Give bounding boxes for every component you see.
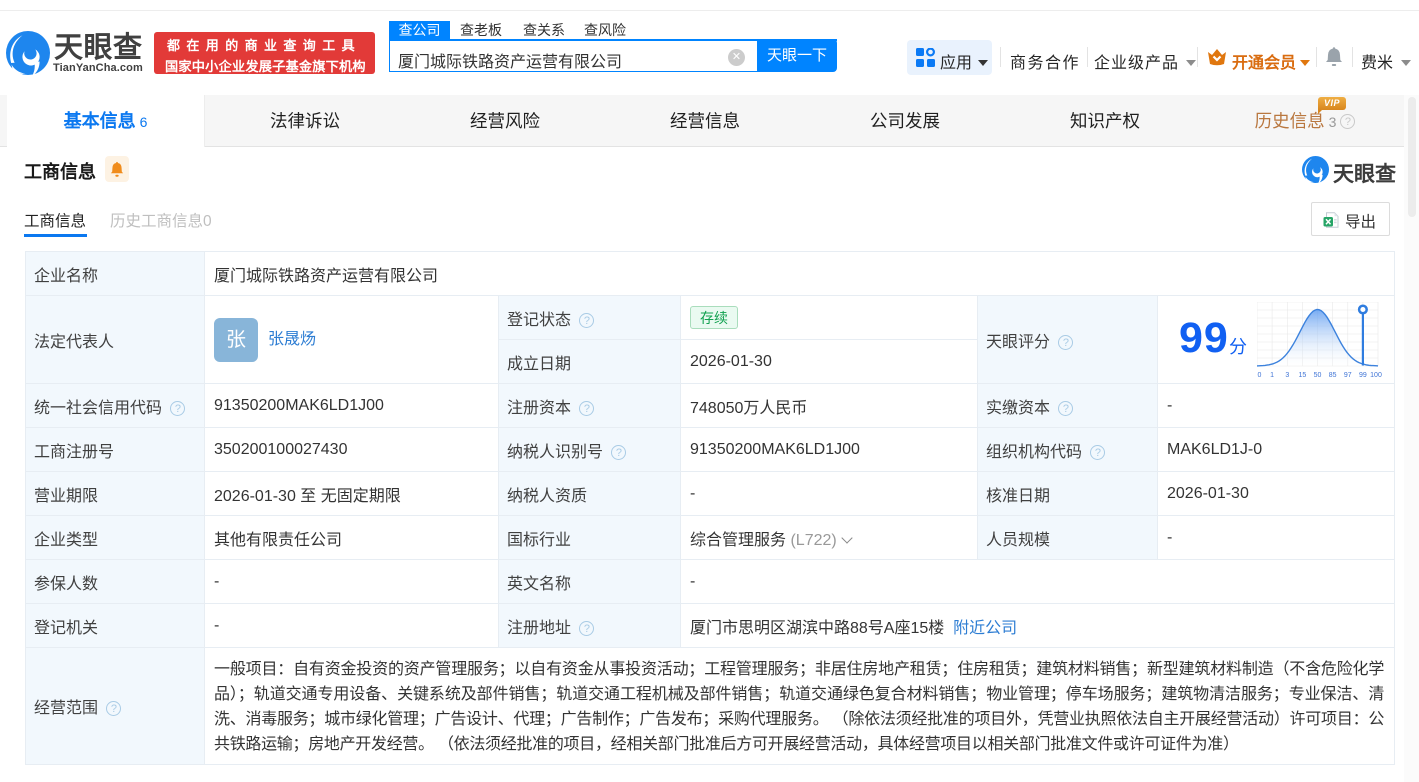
svg-text:50: 50 [1314,372,1322,379]
svg-text:97: 97 [1344,372,1352,379]
svg-text:100: 100 [1370,372,1382,379]
svg-text:99: 99 [1359,372,1367,379]
svg-text:3: 3 [1285,372,1289,379]
svg-text:85: 85 [1329,372,1337,379]
svg-text:15: 15 [1299,372,1307,379]
svg-text:1: 1 [1270,372,1274,379]
svg-text:0: 0 [1258,372,1262,379]
